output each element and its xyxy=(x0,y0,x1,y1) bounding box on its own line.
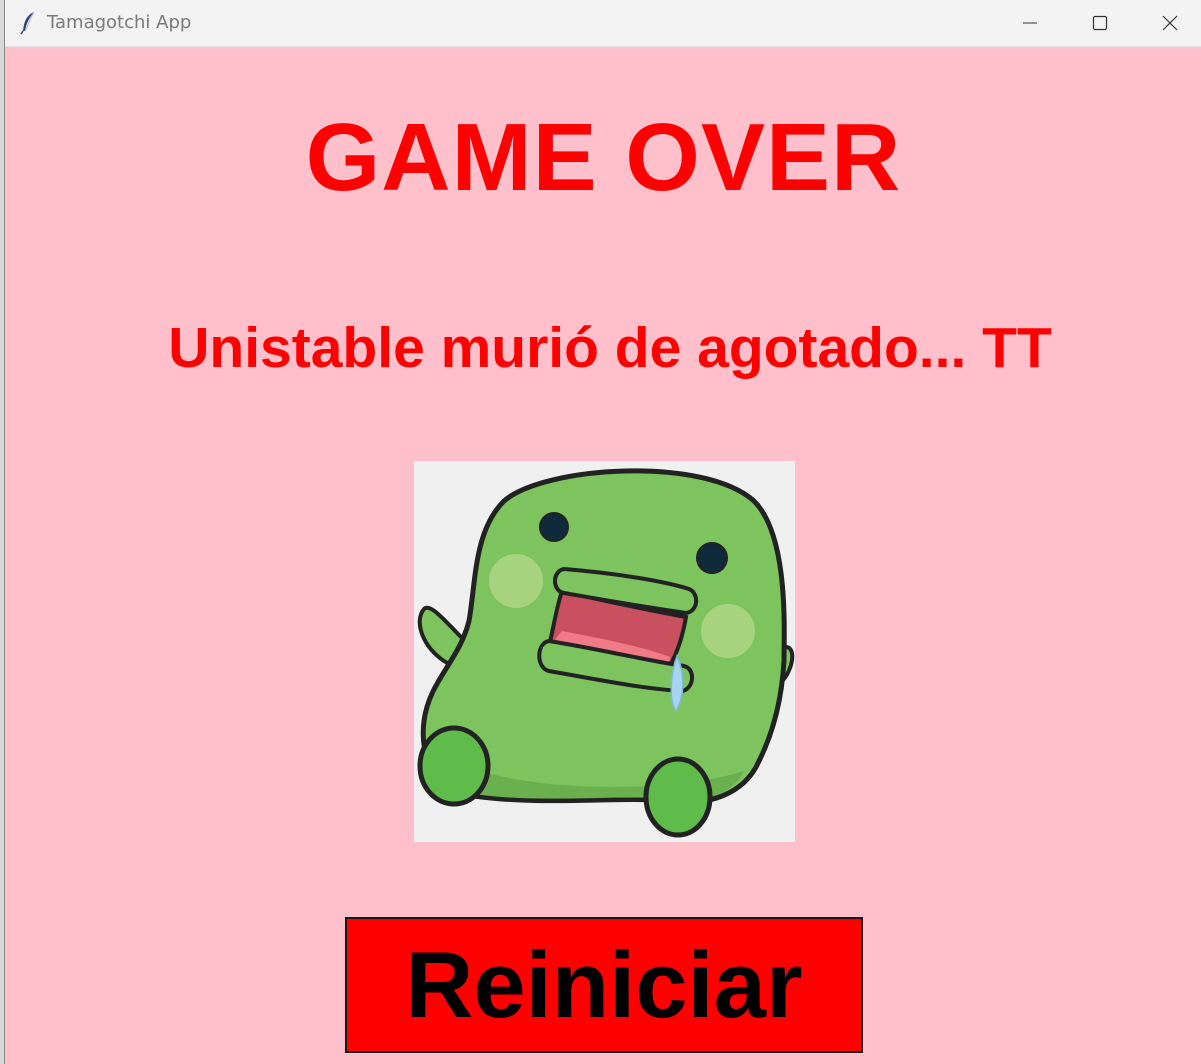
close-button[interactable] xyxy=(1135,0,1201,46)
death-message: Unistable murió de agotado... TT xyxy=(168,316,1052,380)
restart-button[interactable]: Reiniciar xyxy=(345,917,863,1053)
pet-image xyxy=(414,461,795,842)
title-bar[interactable]: Tamagotchi App xyxy=(5,0,1201,47)
feather-icon xyxy=(19,11,39,35)
game-over-heading: GAME OVER xyxy=(305,104,902,211)
app-window: Tamagotchi App GAME OVER Unistable murió… xyxy=(4,0,1201,1064)
maximize-icon xyxy=(1092,15,1108,31)
maximize-button[interactable] xyxy=(1065,0,1135,46)
close-icon xyxy=(1162,15,1178,31)
minimize-button[interactable] xyxy=(995,0,1065,46)
green-pet-illustration xyxy=(417,468,795,838)
minimize-icon xyxy=(1023,16,1037,30)
game-over-screen: GAME OVER Unistable murió de agotado... … xyxy=(5,47,1201,1064)
window-title: Tamagotchi App xyxy=(47,12,192,33)
